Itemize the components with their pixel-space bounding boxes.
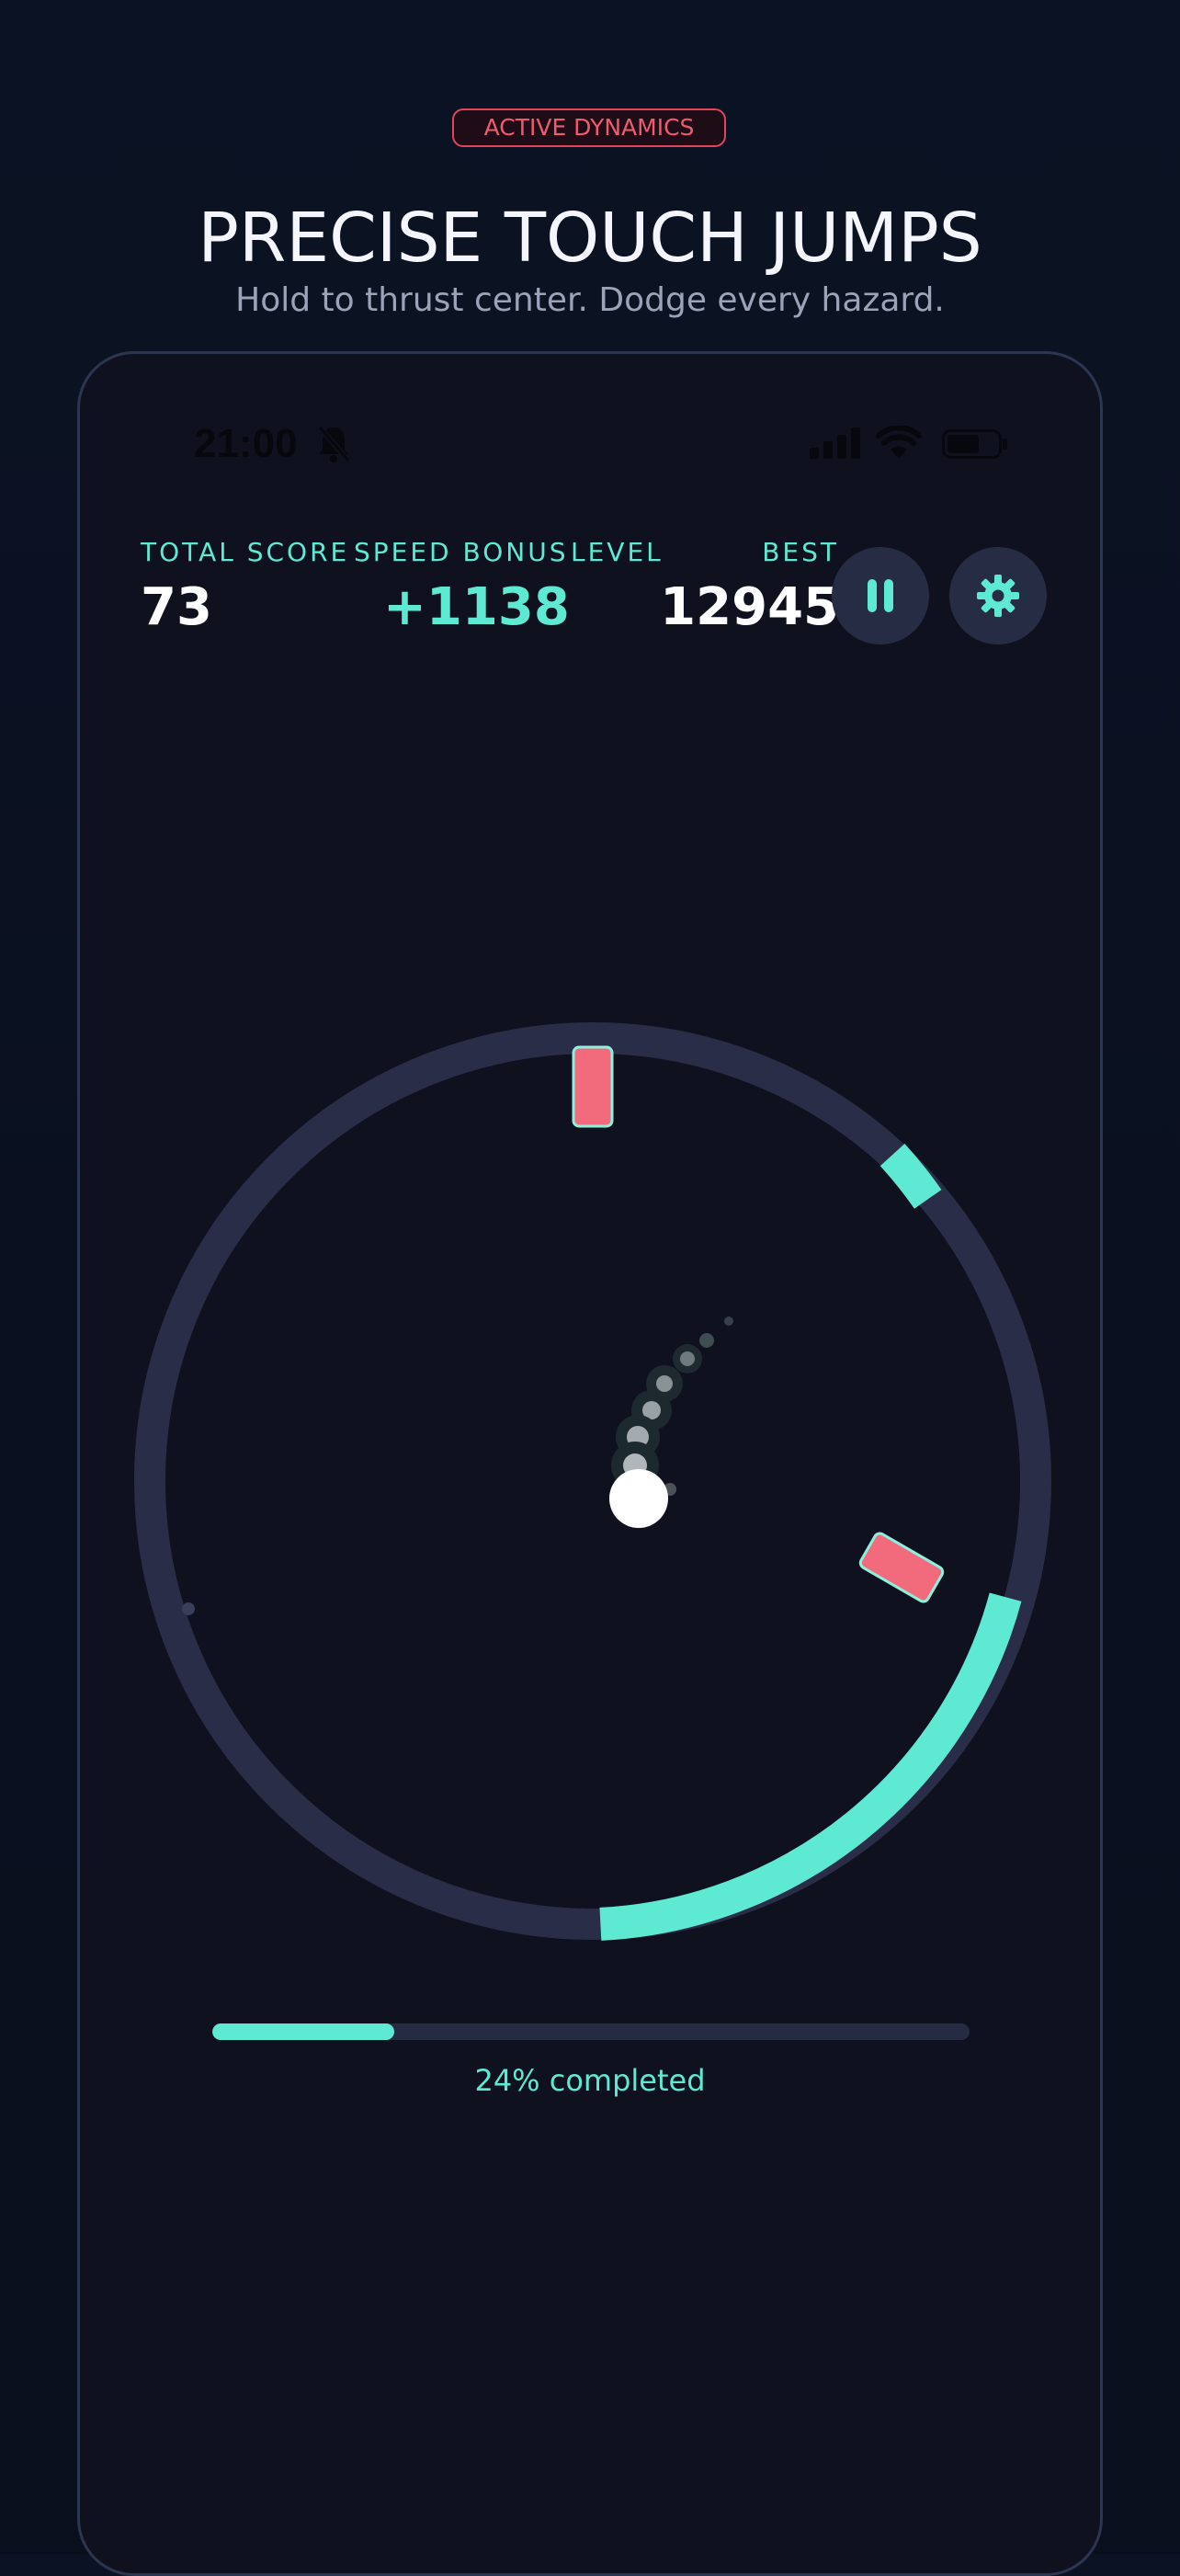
ring-particle — [182, 1602, 195, 1615]
speed-bonus-value: +1138 — [383, 577, 570, 637]
best-value: 12945 — [660, 577, 839, 637]
score-hud: TOTAL SCORE 73 SPEED BONUS +1138 LEVEL B… — [80, 538, 1100, 722]
game-arena[interactable] — [128, 1016, 1058, 1946]
cellular-signal-icon — [810, 427, 860, 459]
status-time: 21:00 — [194, 421, 298, 466]
speed-bonus-stat: +1138 — [383, 538, 570, 641]
pause-icon — [868, 579, 893, 612]
settings-button[interactable] — [949, 547, 1047, 644]
total-score-stat: TOTAL SCORE 73 — [141, 538, 349, 641]
page-subtitle: Hold to thrust center. Dodge every hazar… — [235, 281, 945, 319]
battery-icon — [942, 429, 1007, 459]
pause-button[interactable] — [832, 547, 929, 644]
wifi-icon — [876, 426, 922, 459]
gear-icon — [977, 575, 1019, 617]
hazard-spike-top — [572, 1045, 614, 1128]
ball-trail — [611, 1316, 733, 1496]
total-score-label: TOTAL SCORE — [141, 537, 350, 567]
phone-frame: 21:00 TOTAL SCORE 73 SPEED BONUS +1138 L… — [77, 351, 1103, 2576]
total-score-value: 73 — [141, 577, 212, 637]
bell-muted-icon — [317, 426, 351, 462]
player-ball — [609, 1469, 668, 1528]
status-bar: 21:00 — [80, 354, 1100, 538]
level-progress-fill — [212, 2023, 394, 2040]
level-progress-label: 24% completed — [474, 2063, 706, 2098]
mode-badge: ACTIVE DYNAMICS — [452, 108, 726, 147]
safe-arc-upper — [879, 1143, 942, 1209]
hazard-spike-right — [858, 1532, 945, 1603]
best-label: BEST — [762, 537, 839, 567]
page-title: PRECISE TOUCH JUMPS — [198, 199, 982, 278]
best-stat: BEST 12945 — [637, 538, 839, 641]
level-progress-bar — [212, 2023, 970, 2040]
